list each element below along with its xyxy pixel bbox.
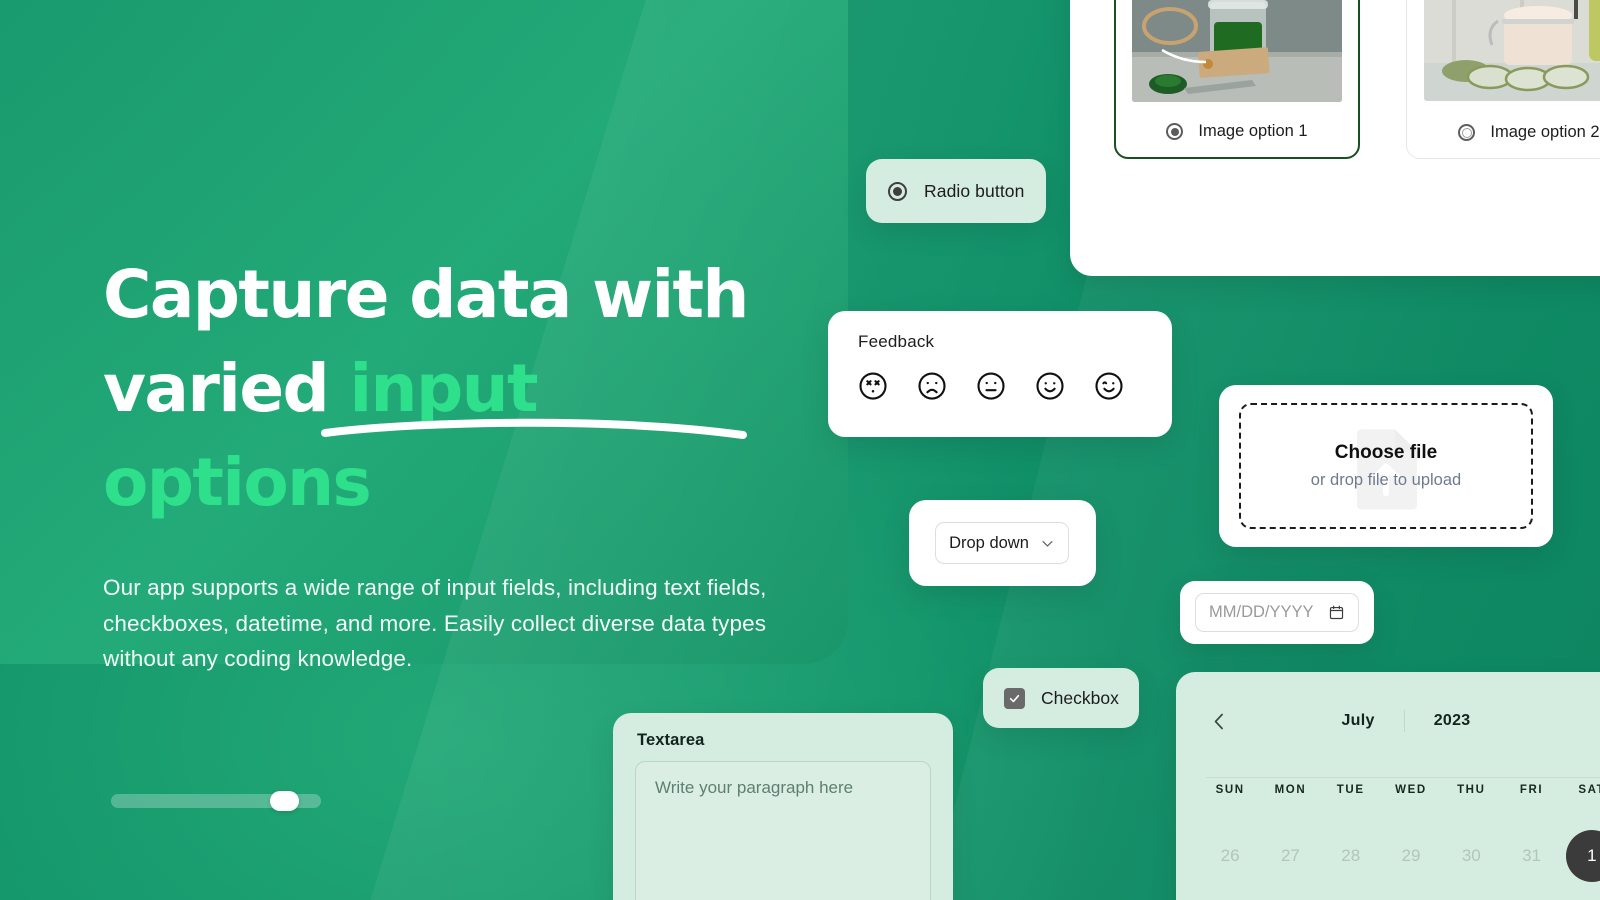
checkbox-input[interactable] [1004,687,1025,709]
calendar-card: July 2023 SUN MON TUE WED THU FRI SAT 26… [1176,672,1600,900]
feedback-face-group[interactable] [858,371,1124,401]
slider-thumb[interactable] [270,791,299,811]
image-option-2-footer[interactable]: Image option 2 [1407,123,1600,142]
face-sad-icon[interactable] [917,371,947,401]
drop-file-subtitle: or drop file to upload [1310,471,1462,489]
textarea-title: Textarea [637,731,705,749]
calendar-divider [1206,777,1600,778]
selected-day-pill: 1 [1565,830,1600,882]
image-option-card-2[interactable]: Image option 2 [1406,0,1600,159]
image-option-2-label: Image option 2 [1490,123,1600,141]
face-wink-icon[interactable] [1094,371,1124,401]
day-header: SUN [1215,784,1245,796]
textarea-input[interactable]: Write your paragraph here [635,761,931,900]
landing-hero-screen: Capture data with varied input options O… [0,0,1600,900]
calendar-day-cell[interactable]: 27 [1260,830,1320,882]
feedback-card: Feedback [828,311,1172,437]
image-option-2-thumbnail [1424,0,1600,101]
face-smile-icon[interactable] [1035,371,1065,401]
day-header: MON [1274,784,1307,796]
hero-copy: Capture data with varied input options O… [103,248,803,677]
underline-swoosh-icon [321,418,747,439]
radio-button-label: Radio button [924,180,1025,201]
date-input-card: MM/DD/YYYY [1180,581,1374,644]
day-header: FRI [1519,784,1544,796]
page-title: Capture data with varied input options [103,248,803,530]
day-header: TUE [1336,784,1365,796]
image-option-1-footer[interactable]: Image option 1 [1116,122,1358,141]
image-options-container: Image option 1 Image option 2 [1070,0,1600,276]
calendar-day-headers: SUN MON TUE WED THU FRI SAT [1200,784,1600,796]
dropdown-card: Drop down [909,500,1096,586]
radio-unselected-icon[interactable] [1458,124,1476,141]
calendar-header: July 2023 [1176,706,1600,736]
file-upload-icon [1357,429,1417,510]
headline-plain: varied [103,350,350,427]
radio-button-card[interactable]: Radio button [866,159,1046,223]
calendar-year[interactable]: 2023 [1434,712,1471,730]
date-placeholder: MM/DD/YYYY [1209,603,1314,621]
calendar-day-cell[interactable]: 29 [1381,830,1441,882]
day-header: THU [1457,784,1486,796]
image-option-card-1[interactable]: Image option 1 [1114,0,1360,159]
image-option-1-label: Image option 1 [1198,122,1308,140]
file-upload-card: Choose file or drop file to upload [1219,385,1553,547]
radio-selected-icon[interactable] [888,181,907,201]
headline-line-1: Capture data with [103,256,749,333]
calendar-week-row: 26 27 28 29 30 31 1 [1200,830,1600,882]
calendar-day-cell[interactable]: 26 [1200,830,1260,882]
calendar-month[interactable]: July [1341,712,1374,730]
hero-subcopy: Our app supports a wide range of input f… [103,575,767,671]
calendar-day-cell-selected[interactable]: 1 [1562,830,1600,882]
checkmark-icon [1009,694,1020,702]
checkbox-card[interactable]: Checkbox [983,668,1139,728]
calendar-separator [1403,710,1405,732]
dropdown-select[interactable]: Drop down [935,522,1069,564]
calendar-icon[interactable] [1328,604,1345,621]
day-header: SAT [1578,784,1600,796]
range-slider[interactable] [111,791,321,811]
textarea-card: Textarea Write your paragraph here [613,713,953,900]
chevron-down-icon[interactable] [1040,536,1055,551]
file-dropzone[interactable]: Choose file or drop file to upload [1239,403,1533,529]
feedback-title: Feedback [858,332,935,351]
day-header: WED [1395,784,1427,796]
calendar-day-cell[interactable]: 30 [1441,830,1501,882]
choose-file-title[interactable]: Choose file [1335,442,1437,464]
date-field[interactable]: MM/DD/YYYY [1195,593,1359,632]
image-option-1-thumbnail [1132,0,1342,102]
headline-line-2: varied input options [103,342,803,530]
radio-selected-icon[interactable] [1166,123,1184,140]
calendar-day-cell[interactable]: 31 [1501,830,1561,882]
face-dizzy-icon[interactable] [858,371,888,401]
textarea-placeholder: Write your paragraph here [655,778,854,797]
calendar-day-cell[interactable]: 28 [1321,830,1381,882]
checkbox-label: Checkbox [1041,687,1119,708]
chevron-left-icon[interactable] [1209,711,1230,732]
chevron-right-icon[interactable] [1593,711,1600,732]
dropdown-label: Drop down [949,533,1029,552]
face-neutral-icon[interactable] [976,371,1006,401]
